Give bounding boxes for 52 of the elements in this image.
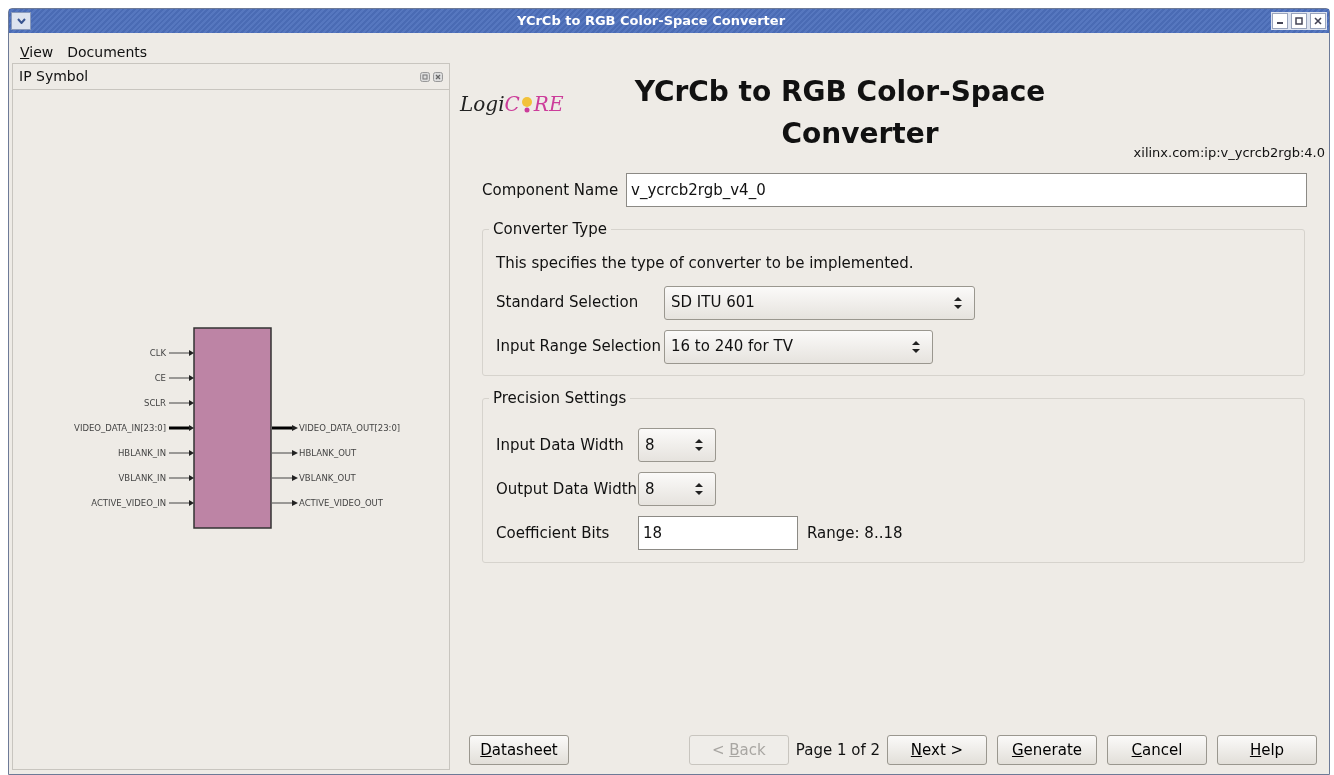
- chevron-down-icon: [16, 18, 26, 24]
- up-down-arrows-icon: [695, 483, 703, 495]
- port-label: VIDEO_DATA_IN[23:0]: [74, 423, 166, 433]
- field-label: Output Data Width: [496, 478, 638, 500]
- field-label: Coefficient Bits: [496, 522, 611, 544]
- panel-title: IP Symbol: [19, 67, 89, 86]
- minimize-button[interactable]: [1272, 13, 1288, 29]
- logicore-logo: LogiC RE: [460, 91, 565, 118]
- spin-box[interactable]: 8: [638, 472, 716, 506]
- menu-item[interactable]: Documents: [67, 41, 148, 63]
- port-label: ACTIVE_VIDEO_IN: [91, 498, 166, 508]
- maximize-icon: [1295, 17, 1303, 25]
- window-menu-button[interactable]: [11, 12, 31, 30]
- dropdown[interactable]: 16 to 240 for TV: [664, 329, 933, 364]
- port-label: HBLANK_OUT: [299, 448, 357, 458]
- description-text: This specifies the type of converter to be implemented.: [496, 253, 915, 274]
- wizard-button[interactable]: Generate: [997, 735, 1097, 765]
- range-note: Range: 8..18: [807, 522, 903, 544]
- port-label: VBLANK_IN: [118, 473, 166, 483]
- input-field[interactable]: v_ycrcb2rgb_v4_0: [626, 173, 1307, 207]
- port-label: CE: [154, 373, 166, 383]
- port-label: VBLANK_OUT: [299, 473, 356, 483]
- wizard-button[interactable]: Help: [1217, 735, 1317, 765]
- port-label: VIDEO_DATA_OUT[23:0]: [299, 423, 401, 433]
- port-label: ACTIVE_VIDEO_OUT: [299, 498, 384, 508]
- field-label: Input Range Selection: [496, 336, 663, 358]
- page-heading: Converter: [781, 116, 939, 152]
- maximize-button[interactable]: [1291, 13, 1307, 29]
- page-indicator: Page 1 of 2: [795, 739, 880, 761]
- wizard-button[interactable]: Cancel: [1107, 735, 1207, 765]
- dropdown[interactable]: SD ITU 601: [664, 285, 975, 320]
- port-label: SCLR: [144, 398, 166, 408]
- close-button[interactable]: [1310, 13, 1326, 29]
- wizard-button[interactable]: Next >: [887, 735, 987, 765]
- field-label: Standard Selection: [496, 292, 640, 314]
- up-down-arrows-icon: [954, 296, 962, 309]
- datasheet-button[interactable]: Datasheet: [469, 735, 569, 765]
- spin-box[interactable]: 8: [638, 428, 716, 462]
- float-icon: [420, 71, 430, 82]
- input-field[interactable]: 18: [638, 516, 798, 550]
- port-label: CLK: [149, 348, 166, 358]
- up-down-arrows-icon: [912, 340, 920, 353]
- field-label: Component Name: [482, 179, 619, 201]
- page-heading: YCrCb to RGB Color-Space: [634, 74, 1046, 110]
- close-icon: [1314, 17, 1322, 25]
- close-icon: [433, 71, 443, 82]
- menu-item[interactable]: View: [20, 41, 54, 63]
- window-title: YCrCb to RGB Color-Space Converter: [515, 12, 787, 31]
- vlnv-text: xilinx.com:ip:v_ycrcb2rgb:4.0: [1133, 144, 1325, 162]
- field-label: Input Data Width: [496, 434, 625, 456]
- port-label: HBLANK_IN: [117, 448, 166, 458]
- up-down-arrows-icon: [695, 439, 703, 451]
